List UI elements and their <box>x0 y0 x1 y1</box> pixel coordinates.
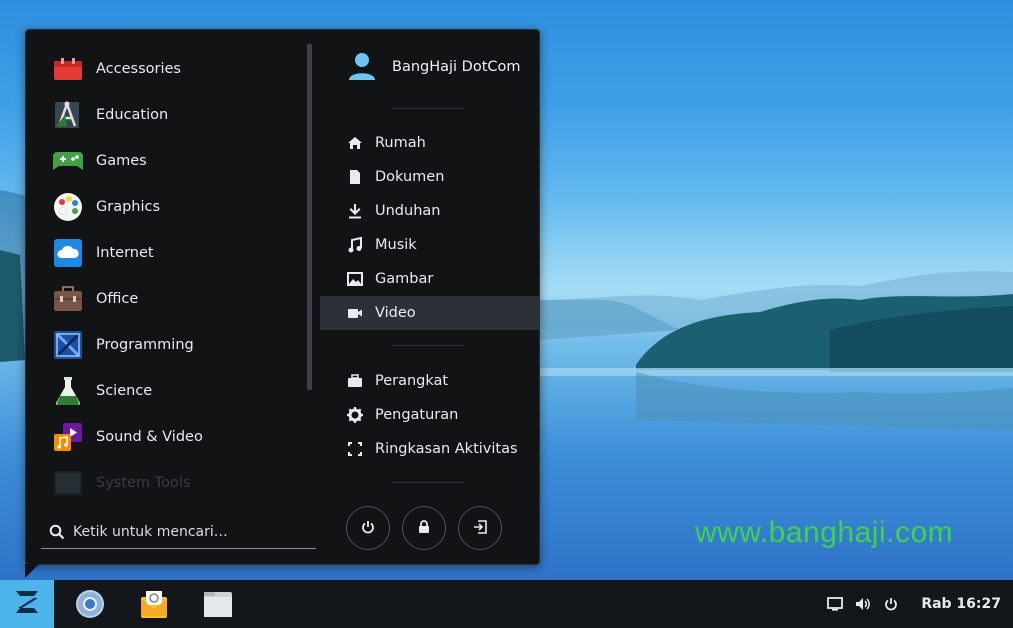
place-label: Unduhan <box>375 203 441 219</box>
system-label: Pengaturan <box>375 407 459 423</box>
music-icon <box>347 237 363 253</box>
category-label: Games <box>96 153 147 169</box>
search-icon <box>49 524 65 540</box>
user-name: BangHaji DotCom <box>392 59 521 75</box>
logout-icon <box>473 519 487 538</box>
image-icon <box>347 271 363 287</box>
display-icon[interactable] <box>825 594 845 614</box>
category-label: Sound & Video <box>96 429 203 445</box>
chromium-icon <box>74 590 106 624</box>
category-scrollbar[interactable] <box>307 44 312 390</box>
lock-icon <box>418 519 430 538</box>
category-label: System Tools <box>96 475 191 491</box>
system-devices[interactable]: Perangkat <box>320 364 540 398</box>
clock[interactable]: Rab 16:27 <box>921 596 1001 612</box>
category-graphics[interactable]: Graphics <box>52 184 312 230</box>
category-label: Office <box>96 291 139 307</box>
power-icon <box>361 519 375 538</box>
internet-icon <box>52 237 84 269</box>
place-label: Video <box>375 305 416 321</box>
place-videos[interactable]: Video <box>320 296 540 330</box>
power-button[interactable] <box>346 506 390 550</box>
taskbar-app-mail[interactable] <box>138 588 170 620</box>
menu-pointer <box>25 564 39 578</box>
place-documents[interactable]: Dokumen <box>320 160 540 194</box>
system-activities-overview[interactable]: Ringkasan Aktivitas <box>320 432 540 466</box>
volume-icon[interactable] <box>853 594 873 614</box>
search-box[interactable] <box>41 515 316 549</box>
place-home[interactable]: Rumah <box>320 126 540 160</box>
graphics-icon <box>52 191 84 223</box>
start-menu-button[interactable] <box>0 580 54 628</box>
science-icon <box>52 375 84 407</box>
programming-icon <box>52 329 84 361</box>
category-list: Accessories Education Games Graphics Int… <box>52 46 312 506</box>
separator <box>392 108 464 109</box>
mail-icon <box>138 591 170 624</box>
lock-button[interactable] <box>402 506 446 550</box>
category-label: Graphics <box>96 199 161 215</box>
gear-icon <box>347 407 363 423</box>
search-input[interactable] <box>73 523 316 540</box>
logout-button[interactable] <box>458 506 502 550</box>
office-icon <box>52 283 84 315</box>
games-icon <box>52 145 84 177</box>
zorin-logo-icon <box>12 589 42 619</box>
category-label: Accessories <box>96 61 181 77</box>
user-account[interactable]: BangHaji DotCom <box>348 52 521 82</box>
category-science[interactable]: Science <box>52 368 312 414</box>
place-pictures[interactable]: Gambar <box>320 262 540 296</box>
category-education[interactable]: Education <box>52 92 312 138</box>
sound-video-icon <box>52 421 84 453</box>
download-icon <box>347 203 363 219</box>
place-music[interactable]: Musik <box>320 228 540 262</box>
taskbar-app-files[interactable] <box>202 588 234 620</box>
video-icon <box>347 305 363 321</box>
category-system-tools[interactable]: System Tools <box>52 460 312 506</box>
category-label: Science <box>96 383 153 399</box>
accessories-icon <box>52 53 84 85</box>
category-internet[interactable]: Internet <box>52 230 312 276</box>
place-label: Musik <box>375 237 417 253</box>
separator <box>392 482 464 483</box>
home-icon <box>347 135 363 151</box>
user-icon <box>348 52 376 82</box>
education-icon <box>52 99 84 131</box>
briefcase-icon <box>347 373 363 389</box>
system-tools-icon <box>52 467 84 499</box>
watermark-text: www.banghaji.com <box>695 516 954 549</box>
category-games[interactable]: Games <box>52 138 312 184</box>
category-label: Programming <box>96 337 194 353</box>
system-tray: Rab 16:27 <box>825 580 1013 628</box>
session-buttons <box>346 506 502 550</box>
taskbar-app-chromium[interactable] <box>74 588 106 620</box>
activities-icon <box>347 441 363 457</box>
category-programming[interactable]: Programming <box>52 322 312 368</box>
category-label: Internet <box>96 245 154 261</box>
application-menu: Accessories Education Games Graphics Int… <box>25 29 540 565</box>
system-label: Ringkasan Aktivitas <box>375 441 518 457</box>
category-accessories[interactable]: Accessories <box>52 46 312 92</box>
system-settings[interactable]: Pengaturan <box>320 398 540 432</box>
place-label: Gambar <box>375 271 434 287</box>
place-downloads[interactable]: Unduhan <box>320 194 540 228</box>
system-label: Perangkat <box>375 373 449 389</box>
separator <box>392 345 464 346</box>
place-label: Rumah <box>375 135 426 151</box>
places-panel: BangHaji DotCom Rumah Dokumen Unduhan Mu… <box>320 30 540 566</box>
power-menu-icon[interactable] <box>881 594 901 614</box>
taskbar: Rab 16:27 <box>0 580 1013 628</box>
place-label: Dokumen <box>375 169 445 185</box>
category-label: Education <box>96 107 169 123</box>
document-icon <box>347 169 363 185</box>
category-sound-video[interactable]: Sound & Video <box>52 414 312 460</box>
category-office[interactable]: Office <box>52 276 312 322</box>
files-icon <box>202 592 234 624</box>
